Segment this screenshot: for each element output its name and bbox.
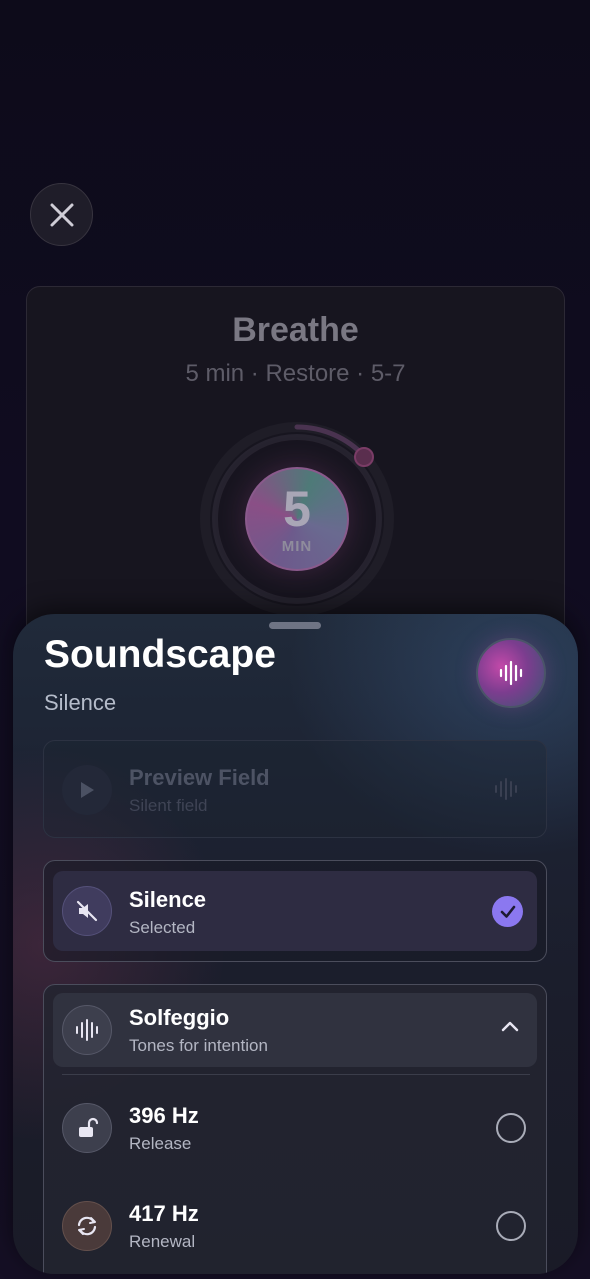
solfeggio-group: Solfeggio Tones for intention 396 Hz Rel…: [43, 984, 547, 1274]
soundscape-sheet: Soundscape Silence Preview Field Silent …: [13, 614, 578, 1274]
radio-417[interactable]: [496, 1211, 526, 1241]
selected-check: [492, 896, 523, 927]
chevron-up-icon[interactable]: [501, 1019, 519, 1033]
silence-subtitle: Selected: [129, 918, 196, 937]
check-icon: [500, 905, 515, 918]
close-button[interactable]: [30, 183, 93, 246]
divider: [62, 1074, 530, 1075]
item-title: 417 Hz: [129, 1201, 199, 1226]
mute-icon: [76, 900, 98, 922]
session-title: Breathe: [232, 311, 359, 349]
soundscape-orb-button[interactable]: [476, 638, 546, 708]
dial-orb: 5 MIN: [245, 467, 349, 571]
refresh-icon: [77, 1216, 97, 1236]
preview-subtitle: Silent field: [129, 796, 208, 815]
preview-field-card[interactable]: Preview Field Silent field: [43, 740, 547, 838]
preview-play-button[interactable]: [62, 765, 112, 815]
waveform-icon: [76, 1019, 98, 1041]
silence-option[interactable]: Silence Selected: [53, 871, 537, 951]
play-icon: [81, 782, 94, 798]
close-icon: [50, 203, 73, 226]
solfeggio-item-396[interactable]: 396 Hz Release: [44, 1083, 548, 1175]
refresh-icon-wrap: [62, 1201, 112, 1251]
dial-value: 5: [283, 480, 311, 537]
radio-396[interactable]: [496, 1113, 526, 1143]
unlock-icon-wrap: [62, 1103, 112, 1153]
sheet-subtitle: Silence: [44, 690, 117, 715]
solfeggio-header[interactable]: Solfeggio Tones for intention: [53, 993, 537, 1067]
item-subtitle: Renewal: [129, 1232, 196, 1251]
preview-title: Preview Field: [129, 765, 270, 790]
silence-title: Silence: [129, 887, 207, 912]
solfeggio-icon-wrap: [62, 1005, 112, 1055]
solfeggio-subtitle: Tones for intention: [129, 1036, 268, 1055]
solfeggio-title: Solfeggio: [129, 1005, 230, 1030]
unlock-icon: [79, 1117, 99, 1137]
sheet-title: Soundscape: [44, 633, 276, 676]
item-title: 396 Hz: [129, 1103, 199, 1128]
solfeggio-item-417[interactable]: 417 Hz Renewal: [44, 1181, 548, 1273]
silence-option-card[interactable]: Silence Selected: [43, 860, 547, 962]
waveform-icon: [499, 660, 523, 686]
sheet-drag-handle[interactable]: [269, 622, 321, 629]
duration-dial[interactable]: 5 MIN: [197, 419, 397, 619]
mute-icon-wrap: [62, 886, 112, 936]
item-subtitle: Release: [129, 1134, 192, 1153]
dial-unit: MIN: [281, 537, 313, 555]
preview-waveform-icon: [495, 778, 517, 800]
session-subtitle: 5 min · Restore · 5-7: [185, 360, 406, 387]
